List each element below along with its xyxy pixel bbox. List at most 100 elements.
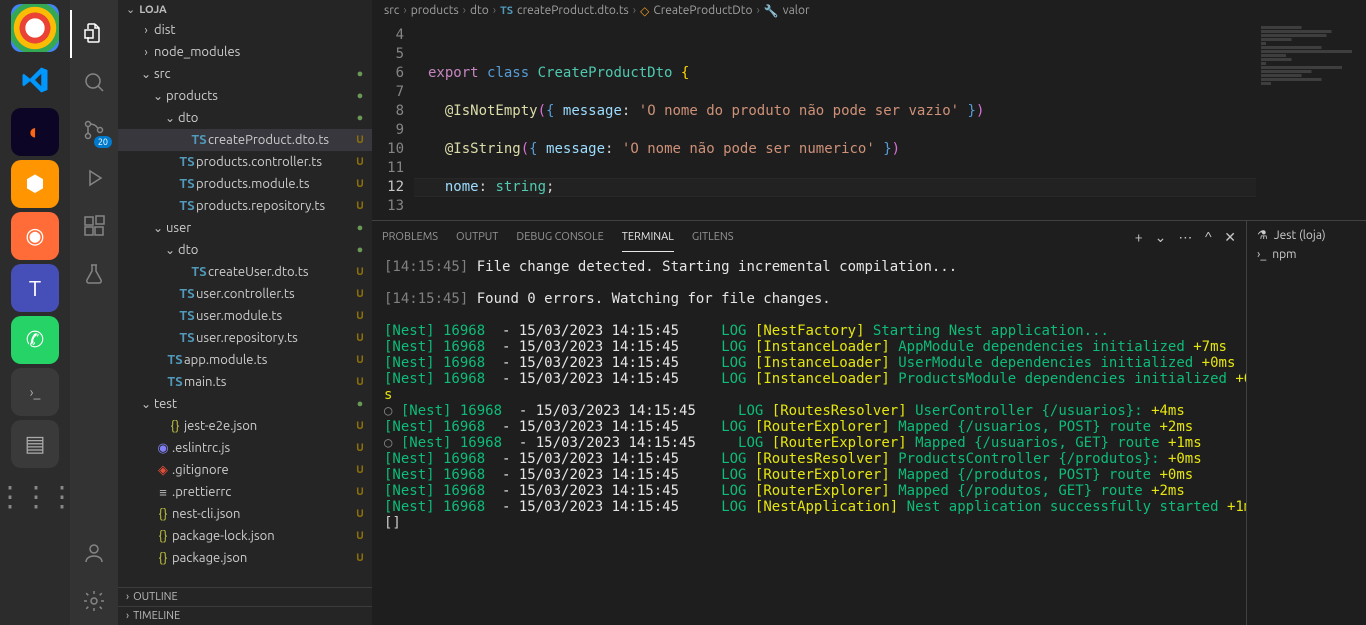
bc-products[interactable]: products [411, 4, 459, 17]
activity-bar: 20 [70, 0, 118, 625]
bc-file[interactable]: createProduct.dto.ts [517, 4, 629, 17]
chevron-icon: › [138, 46, 154, 59]
bottom-panel: PROBLEMS OUTPUT DEBUG CONSOLE TERMINAL G… [372, 220, 1366, 625]
dock-teams-icon[interactable]: T [11, 264, 59, 312]
tab-debug-console[interactable]: DEBUG CONSOLE [516, 223, 603, 251]
chevron-right-icon: › [126, 591, 129, 603]
dock-app-icon[interactable]: ⬢ [11, 160, 59, 208]
file-.gitignore[interactable]: ◈.gitignoreU [118, 459, 372, 481]
file-user.controller.ts[interactable]: TSuser.controller.tsU [118, 283, 372, 305]
bc-class[interactable]: CreateProductDto [653, 4, 752, 17]
chevron-icon: ⌄ [138, 67, 154, 81]
dock-chrome-icon[interactable] [11, 4, 59, 52]
tab-terminal[interactable]: TERMINAL [622, 223, 674, 252]
chevron-right-icon: › [126, 610, 129, 622]
folder-test[interactable]: ⌄test● [118, 393, 372, 415]
activity-testing-icon[interactable] [70, 250, 118, 298]
activity-extensions-icon[interactable] [70, 202, 118, 250]
file-app.module.ts[interactable]: TSapp.module.tsU [118, 349, 372, 371]
activity-explorer-icon[interactable] [70, 10, 118, 58]
outline-section[interactable]: › OUTLINE [118, 587, 372, 606]
file-user.module.ts[interactable]: TSuser.module.tsU [118, 305, 372, 327]
terminal-list: ⚗Jest (loja) ›_ npm [1246, 221, 1366, 625]
terminal-npm[interactable]: ›_ npm [1251, 245, 1362, 264]
bc-dto[interactable]: dto [470, 4, 489, 17]
npm-label: npm [1272, 248, 1296, 261]
dock-whatsapp-icon[interactable]: ✆ [11, 316, 59, 364]
ts-icon: TS [500, 5, 513, 17]
folder-dist[interactable]: ›dist [118, 19, 372, 41]
panel-tabs: PROBLEMS OUTPUT DEBUG CONSOLE TERMINAL G… [372, 221, 1246, 253]
terminal-icon: ›_ [1257, 248, 1266, 261]
dock-terminal-icon[interactable]: ›_ [11, 368, 59, 416]
split-terminal-icon[interactable]: ⌄ [1155, 229, 1167, 246]
gutter: 45678910111213 [372, 22, 414, 220]
chevron-icon: ⌄ [150, 89, 166, 103]
tab-output[interactable]: OUTPUT [456, 223, 498, 251]
file-products.repository.ts[interactable]: TSproducts.repository.tsU [118, 195, 372, 217]
file-createUser.dto.ts[interactable]: TScreateUser.dto.tsU [118, 261, 372, 283]
scm-badge: 20 [94, 136, 112, 148]
bc-sep: › [756, 4, 759, 17]
root-label: LOJA [139, 4, 167, 16]
file-products.controller.ts[interactable]: TSproducts.controller.tsU [118, 151, 372, 173]
file-tree: ›dist›node_modules⌄src●⌄products●⌄dto●TS… [118, 19, 372, 587]
folder-src[interactable]: ⌄src● [118, 63, 372, 85]
flask-icon: ⚗ [1257, 228, 1268, 242]
more-icon[interactable]: ⋯ [1178, 229, 1192, 246]
chevron-down-icon: ⌄ [126, 3, 135, 16]
os-dock: ◐ ⬢ ◉ T ✆ ›_ ▤ ⋮⋮⋮ [0, 0, 70, 625]
tab-problems[interactable]: PROBLEMS [382, 223, 438, 251]
dock-firefox-icon[interactable]: ◐ [11, 108, 59, 156]
bc-field[interactable]: valor [783, 4, 810, 17]
file-nest-cli.json[interactable]: {}nest-cli.jsonU [118, 503, 372, 525]
folder-user[interactable]: ⌄user● [118, 217, 372, 239]
new-terminal-icon[interactable]: + [1135, 229, 1143, 246]
activity-debug-icon[interactable] [70, 154, 118, 202]
maximize-icon[interactable]: ^ [1204, 229, 1212, 246]
bc-sep: › [463, 4, 466, 17]
folder-products[interactable]: ⌄products● [118, 85, 372, 107]
main-area: src › products › dto › TS createProduct.dto… [372, 0, 1366, 625]
current-line-highlight [414, 178, 1256, 197]
file-.prettierrc[interactable]: ≡.prettierrcU [118, 481, 372, 503]
chevron-icon: › [138, 24, 154, 37]
breadcrumbs[interactable]: src › products › dto › TS createProduct.dto… [372, 0, 1366, 22]
file-jest-e2e.json[interactable]: {}jest-e2e.jsonU [118, 415, 372, 437]
explorer-sidebar: ⌄LOJA ›dist›node_modules⌄src●⌄products●⌄… [118, 0, 372, 625]
terminal-output[interactable]: [14:15:45] File change detected. Startin… [372, 253, 1246, 625]
file-.eslintrc.js[interactable]: ◉.eslintrc.jsU [118, 437, 372, 459]
editor[interactable]: 45678910111213 export class CreateProduc… [372, 22, 1366, 220]
activity-search-icon[interactable] [70, 58, 118, 106]
activity-settings-icon[interactable] [70, 577, 118, 625]
timeline-section[interactable]: ›TIMELINE [118, 606, 372, 625]
field-icon: 🔧 [764, 4, 779, 18]
chevron-icon: ⌄ [150, 221, 166, 235]
class-icon: ◇ [640, 4, 649, 18]
folder-node_modules[interactable]: ›node_modules [118, 41, 372, 63]
tab-gitlens[interactable]: GITLENS [692, 223, 734, 251]
file-main.ts[interactable]: TSmain.tsU [118, 371, 372, 393]
outline-label: OUTLINE [133, 591, 178, 603]
folder-dto[interactable]: ⌄dto● [118, 239, 372, 261]
minimap[interactable] [1256, 22, 1366, 220]
code[interactable]: export class CreateProductDto { @IsNotEm… [414, 22, 1256, 220]
file-user.repository.ts[interactable]: TSuser.repository.tsU [118, 327, 372, 349]
terminal-jest[interactable]: ⚗Jest (loja) [1251, 225, 1362, 245]
dock-files-icon[interactable]: ▤ [11, 420, 59, 468]
activity-accounts-icon[interactable] [70, 529, 118, 577]
bc-sep: › [493, 4, 496, 17]
bc-src[interactable]: src [384, 4, 399, 17]
file-package.json[interactable]: {}package.jsonU [118, 547, 372, 569]
file-package-lock.json[interactable]: {}package-lock.jsonU [118, 525, 372, 547]
close-panel-icon[interactable]: ✕ [1224, 229, 1236, 246]
activity-scm-icon[interactable]: 20 [70, 106, 118, 154]
bc-sep: › [633, 4, 636, 17]
explorer-root[interactable]: ⌄ LOJA [118, 0, 372, 19]
file-products.module.ts[interactable]: TSproducts.module.tsU [118, 173, 372, 195]
dock-apps-icon[interactable]: ⋮⋮⋮ [11, 472, 59, 520]
file-createProduct.dto.ts[interactable]: TScreateProduct.dto.tsU [118, 129, 372, 151]
dock-postman-icon[interactable]: ◉ [11, 212, 59, 260]
dock-vscode-icon[interactable] [11, 56, 59, 104]
folder-dto[interactable]: ⌄dto● [118, 107, 372, 129]
